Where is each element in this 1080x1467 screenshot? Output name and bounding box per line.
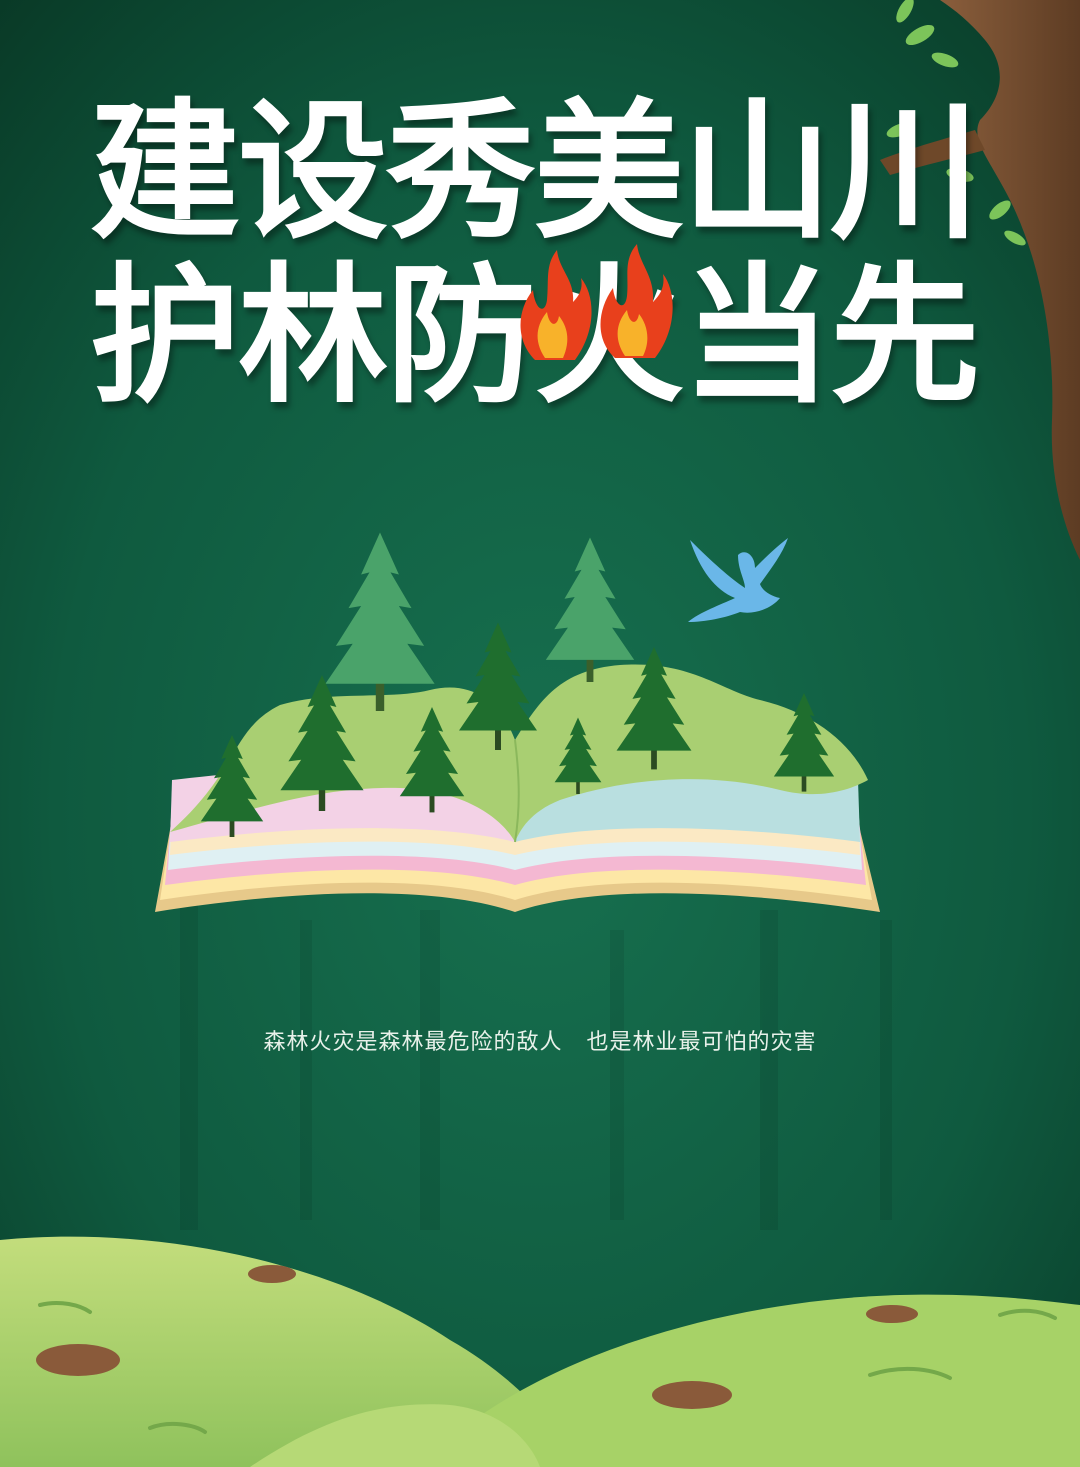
slogan-text: 森林火灾是森林最危险的敌人 也是林业最可怕的灾害 [263, 1030, 817, 1055]
headline-line-1: 建设秀美山川 [90, 86, 980, 260]
fire-prevention-poster: 建设秀美山川 护林防火当先 森林火灾是森林最危险的敌人 也是林业最可怕的灾害 [0, 0, 1080, 1467]
flame-icon [520, 244, 673, 360]
